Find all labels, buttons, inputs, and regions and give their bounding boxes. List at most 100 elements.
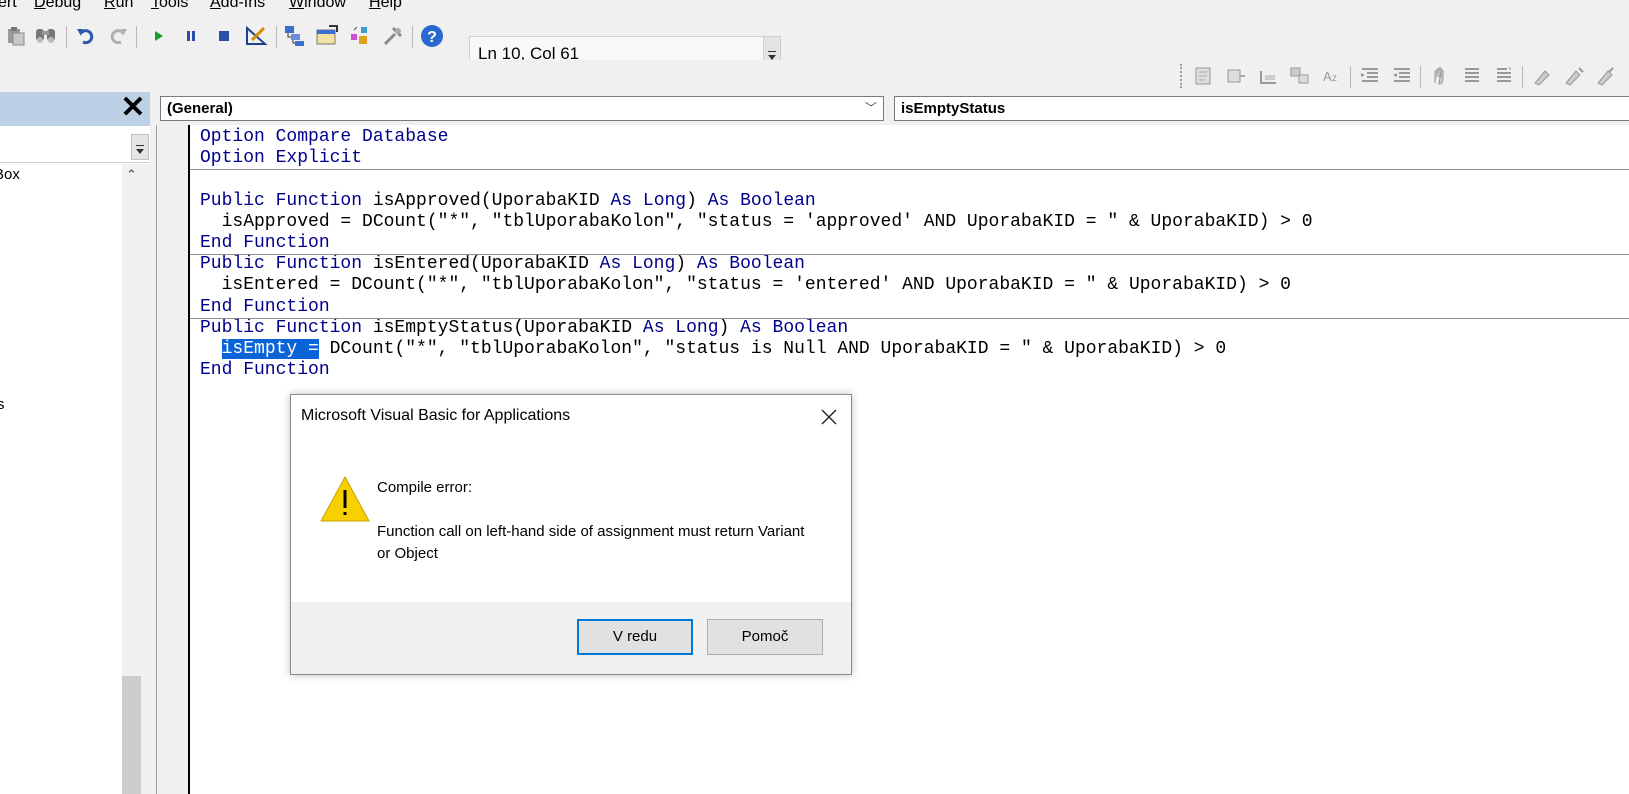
redo-icon[interactable]	[106, 24, 130, 48]
menu-add-ins[interactable]: Add-Ins	[210, 0, 265, 12]
help-button[interactable]: Pomoč	[707, 619, 823, 655]
run-icon[interactable]	[146, 24, 170, 48]
reset-icon[interactable]	[212, 24, 236, 48]
toolbar-separator	[1350, 66, 1351, 88]
indent-icon[interactable]	[1358, 64, 1382, 88]
find-icon[interactable]	[34, 24, 58, 48]
menu-run[interactable]: Run	[104, 0, 133, 12]
comment-block-icon[interactable]	[1460, 64, 1484, 88]
toolbar-grip[interactable]	[1180, 64, 1184, 88]
design-mode-icon[interactable]	[244, 24, 268, 48]
chevron-down-icon[interactable]: ﹀	[865, 97, 877, 120]
dialog-footer: V redu Pomoč	[291, 602, 851, 674]
code-token: isEmptyStatus(UporabaKID	[362, 317, 643, 338]
code-line[interactable]: Option Explicit	[200, 148, 362, 169]
list-properties-icon[interactable]	[1192, 64, 1216, 88]
next-bookmark-icon[interactable]	[1562, 64, 1586, 88]
project-tree-scrollbar[interactable]: ⌃	[122, 164, 141, 794]
tree-item[interactable]: Box	[0, 166, 20, 183]
chevron-down-icon[interactable]	[131, 134, 149, 160]
code-token: )	[686, 190, 708, 211]
close-icon[interactable]: ✕	[117, 91, 149, 125]
complete-word-icon[interactable]: Az	[1320, 64, 1344, 88]
keyword-token: As Boolean	[707, 190, 816, 211]
code-line[interactable]: Public Function isApproved(UporabaKID As…	[200, 191, 816, 212]
toolbar-separator	[412, 26, 413, 48]
procedure-combo[interactable]: isEmptyStatus	[894, 96, 1629, 121]
keyword-token: Option Explicit	[200, 148, 363, 169]
toolbar-separator	[136, 26, 137, 48]
procedure-separator	[190, 254, 1629, 256]
menu-window[interactable]: Window	[289, 0, 346, 12]
undo-icon[interactable]	[74, 24, 98, 48]
code-line[interactable]: isEntered = DCount("*", "tblUporabaKolon…	[200, 275, 1291, 296]
keyword-token: As Boolean	[740, 317, 849, 338]
code-line[interactable]: End Function	[200, 360, 330, 381]
dialog-title: Microsoft Visual Basic for Applications	[301, 407, 571, 424]
menu-bar: ert Debug Run Tools Add-Ins Window Help	[0, 0, 1629, 14]
paste-icon[interactable]	[4, 24, 28, 48]
compile-error-dialog: Microsoft Visual Basic for Applications …	[290, 394, 852, 675]
code-line[interactable]: End Function	[200, 233, 330, 254]
menu-tools[interactable]: Tools	[151, 0, 188, 12]
uncomment-block-icon[interactable]	[1492, 64, 1516, 88]
toggle-bookmark-icon[interactable]	[1530, 64, 1554, 88]
parameter-info-icon[interactable]	[1288, 64, 1312, 88]
code-token: isEntered(UporabaKID	[362, 254, 600, 275]
code-token: isApproved = DCount("*", "tblUporabaKolo…	[200, 211, 1313, 232]
previous-bookmark-icon[interactable]	[1594, 64, 1618, 88]
help-icon[interactable]: ?	[420, 24, 444, 48]
edit-toolbar: Az	[0, 60, 1629, 92]
warning-icon	[319, 475, 371, 523]
selected-error-token: isEmpty =	[221, 339, 319, 359]
project-explorer-panel: ✕ Box s ⌃	[0, 91, 150, 794]
code-token: isApproved(UporabaKID	[362, 190, 611, 211]
project-explorer-title-bar: ✕	[0, 91, 150, 126]
project-tree: Box s	[0, 164, 122, 794]
menu-insert[interactable]: ert	[0, 0, 17, 12]
code-line[interactable]: Public Function isEntered(UporabaKID As …	[200, 254, 805, 275]
keyword-token: As Long	[610, 190, 687, 211]
tree-item[interactable]: s	[0, 396, 5, 413]
toolbar-separator	[276, 26, 277, 48]
dialog-heading: Compile error:	[377, 479, 473, 496]
toggle-breakpoint-icon[interactable]	[1428, 64, 1452, 88]
object-browser-icon[interactable]	[348, 24, 372, 48]
break-icon[interactable]	[179, 24, 203, 48]
standard-toolbar: ? Ln 10, Col 61	[0, 14, 1629, 68]
scrollbar-thumb[interactable]	[122, 676, 141, 794]
svg-text:A: A	[1323, 69, 1332, 84]
procedure-separator	[190, 169, 1629, 171]
close-icon[interactable]	[817, 405, 841, 429]
outdent-icon[interactable]	[1390, 64, 1414, 88]
menu-help[interactable]: Help	[369, 0, 402, 12]
toolbar-separator	[66, 26, 67, 48]
scroll-up-icon[interactable]: ⌃	[122, 164, 141, 186]
code-window-header: (General) ﹀ isEmptyStatus	[150, 92, 1629, 125]
keyword-token: End Function	[200, 233, 330, 253]
properties-window-icon[interactable]	[315, 24, 339, 48]
project-explorer-combo[interactable]	[0, 126, 150, 163]
panel-splitter[interactable]	[141, 164, 150, 794]
toolbox-icon[interactable]	[381, 24, 405, 48]
keyword-token: As Boolean	[696, 254, 805, 275]
gutter-divider	[156, 125, 157, 794]
list-constants-icon[interactable]	[1224, 64, 1248, 88]
menu-debug[interactable]: Debug	[34, 0, 81, 12]
quick-info-icon[interactable]	[1256, 64, 1280, 88]
project-explorer-icon[interactable]	[283, 24, 307, 48]
code-line[interactable]: End Function	[200, 297, 330, 318]
code-line[interactable]: isApproved = DCount("*", "tblUporabaKolo…	[200, 212, 1313, 233]
keyword-token: Public Function	[200, 317, 363, 338]
ok-button[interactable]: V redu	[577, 619, 693, 655]
toolbar-separator	[1420, 66, 1421, 88]
code-line[interactable]: Option Compare Database	[200, 127, 448, 148]
toolbar-separator	[1522, 66, 1523, 88]
keyword-token: As Long	[599, 254, 676, 275]
keyword-token: Public Function	[200, 254, 363, 275]
code-line[interactable]: Public Function isEmptyStatus(UporabaKID…	[200, 318, 848, 339]
code-line[interactable]: isEmpty = DCount("*", "tblUporabaKolon",…	[200, 339, 1226, 360]
keyword-token: End Function	[200, 296, 330, 317]
object-combo[interactable]: (General) ﹀	[160, 96, 884, 121]
code-token: )	[675, 254, 697, 275]
